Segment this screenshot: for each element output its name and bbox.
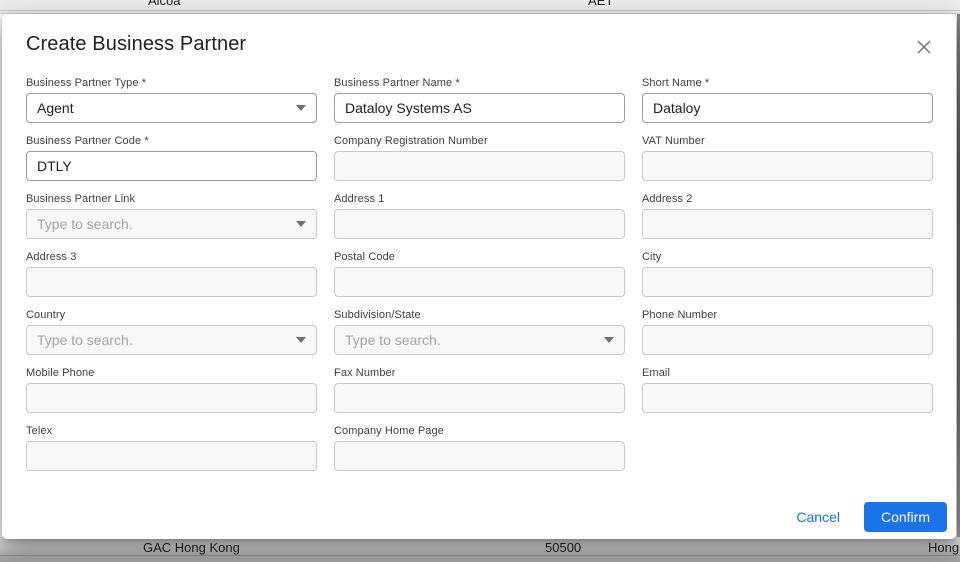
field-postal-code: Postal Code	[334, 251, 625, 297]
input-address-1[interactable]	[334, 209, 625, 239]
field-city: City	[642, 251, 933, 297]
field-business-partner-code: Business Partner Code * DTLY	[26, 135, 317, 181]
chevron-down-icon	[296, 221, 306, 227]
field-placeholder: Type to search.	[37, 332, 288, 348]
field-label-business-partner-name: Business Partner Name *	[334, 77, 625, 89]
field-label-address-2: Address 2	[642, 193, 933, 205]
field-address-3: Address 3	[26, 251, 317, 297]
field-business-partner-name: Business Partner Name * Dataloy Systems A…	[334, 77, 625, 123]
field-label-country: Country	[26, 309, 317, 321]
field-label-business-partner-link: Business Partner Link	[26, 193, 317, 205]
field-label-email: Email	[642, 367, 933, 379]
field-label-phone-number: Phone Number	[642, 309, 933, 321]
field-business-partner-link: Business Partner Link Type to search.	[26, 193, 317, 239]
x-close-glyph	[916, 39, 932, 55]
background-cell: Alcoa	[148, 0, 181, 8]
background-cell: Hong K	[928, 540, 960, 555]
input-postal-code[interactable]	[334, 267, 625, 297]
select-country[interactable]: Type to search.	[26, 325, 317, 355]
field-placeholder: Type to search.	[37, 216, 288, 232]
chevron-down-icon	[296, 105, 306, 111]
input-business-partner-code[interactable]: DTLY	[26, 151, 317, 181]
field-value: DTLY	[37, 158, 306, 174]
input-city[interactable]	[642, 267, 933, 297]
chevron-down-icon	[604, 337, 614, 343]
field-value: Dataloy	[653, 100, 922, 116]
field-mobile-phone: Mobile Phone	[26, 367, 317, 413]
field-label-address-1: Address 1	[334, 193, 625, 205]
dialog-footer: Cancel Confirm	[780, 501, 947, 533]
select-business-partner-type[interactable]: Agent	[26, 93, 317, 123]
input-short-name[interactable]: Dataloy	[642, 93, 933, 123]
field-company-registration-number: Company Registration Number	[334, 135, 625, 181]
field-email: Email	[642, 367, 933, 413]
field-label-subdivision-state: Subdivision/State	[334, 309, 625, 321]
select-business-partner-link[interactable]: Type to search.	[26, 209, 317, 239]
cancel-button[interactable]: Cancel	[780, 501, 856, 533]
field-subdivision-state: Subdivision/State Type to search.	[334, 309, 625, 355]
field-label-telex: Telex	[26, 425, 317, 437]
field-placeholder: Type to search.	[345, 332, 596, 348]
table-row: GAC Hong Kong 50500 Hong K	[0, 537, 960, 556]
field-business-partner-type: Business Partner Type * Agent	[26, 77, 317, 123]
field-label-vat-number: VAT Number	[642, 135, 933, 147]
input-company-registration-number[interactable]	[334, 151, 625, 181]
field-company-home-page: Company Home Page	[334, 425, 625, 471]
field-label-mobile-phone: Mobile Phone	[26, 367, 317, 379]
select-subdivision-state[interactable]: Type to search.	[334, 325, 625, 355]
confirm-button[interactable]: Confirm	[864, 502, 947, 532]
field-telex: Telex	[26, 425, 317, 471]
table-divider	[0, 10, 960, 11]
input-telex[interactable]	[26, 441, 317, 471]
background-table-bottom: GAC Hong Kong 50500 Hong K	[0, 537, 960, 562]
field-label-business-partner-code: Business Partner Code *	[26, 135, 317, 147]
field-value: Dataloy Systems AS	[345, 100, 614, 116]
field-vat-number: VAT Number	[642, 135, 933, 181]
field-address-2: Address 2	[642, 193, 933, 239]
chevron-down-icon	[296, 337, 306, 343]
form-grid: Business Partner Type *AgentBusiness Par…	[26, 77, 933, 471]
field-label-company-home-page: Company Home Page	[334, 425, 625, 437]
dialog-header: Create Business Partner	[2, 14, 956, 56]
field-label-postal-code: Postal Code	[334, 251, 625, 263]
input-email[interactable]	[642, 383, 933, 413]
input-company-home-page[interactable]	[334, 441, 625, 471]
input-vat-number[interactable]	[642, 151, 933, 181]
field-phone-number: Phone Number	[642, 309, 933, 355]
background-cell: GAC Hong Kong	[143, 540, 240, 555]
create-business-partner-dialog: Create Business Partner Business Partner…	[2, 14, 956, 539]
field-label-company-registration-number: Company Registration Number	[334, 135, 625, 147]
input-mobile-phone[interactable]	[26, 383, 317, 413]
input-fax-number[interactable]	[334, 383, 625, 413]
field-label-address-3: Address 3	[26, 251, 317, 263]
field-label-short-name: Short Name *	[642, 77, 933, 89]
background-table-top: Alcoa AET	[0, 0, 960, 14]
dialog-title: Create Business Partner	[26, 33, 932, 56]
page: Alcoa AET GAC Hong Kong 50500 Hong K Cre…	[0, 0, 960, 562]
background-cell: 50500	[545, 540, 581, 555]
input-address-3[interactable]	[26, 267, 317, 297]
background-cell: AET	[588, 0, 613, 8]
field-short-name: Short Name * Dataloy	[642, 77, 933, 123]
close-icon[interactable]	[912, 35, 936, 59]
field-fax-number: Fax Number	[334, 367, 625, 413]
field-label-city: City	[642, 251, 933, 263]
field-country: Country Type to search.	[26, 309, 317, 355]
field-label-fax-number: Fax Number	[334, 367, 625, 379]
input-business-partner-name[interactable]: Dataloy Systems AS	[334, 93, 625, 123]
field-address-1: Address 1	[334, 193, 625, 239]
input-phone-number[interactable]	[642, 325, 933, 355]
field-value: Agent	[37, 100, 288, 116]
input-address-2[interactable]	[642, 209, 933, 239]
field-label-business-partner-type: Business Partner Type *	[26, 77, 317, 89]
